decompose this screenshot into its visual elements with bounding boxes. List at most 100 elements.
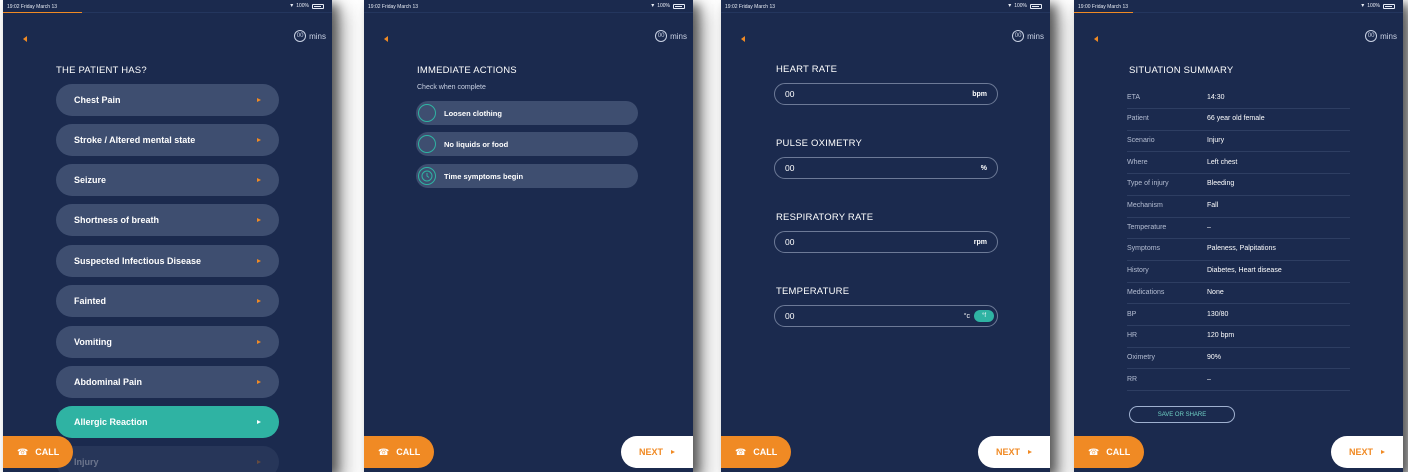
summary-value: 120 bpm: [1207, 332, 1235, 340]
screen-situation-summary: 19:00 Friday March 13 ▾ 100% 00 mins SIT…: [1074, 0, 1403, 472]
call-button[interactable]: ☎ CALL: [364, 436, 434, 468]
summary-row: BP 130/80: [1127, 303, 1350, 326]
option-label: Seizure: [74, 175, 107, 185]
call-button[interactable]: ☎ CALL: [721, 436, 791, 468]
page-title: SITUATION SUMMARY: [1129, 65, 1234, 76]
back-chevron-icon[interactable]: [23, 36, 27, 42]
option-chest-pain[interactable]: Chest Pain: [56, 84, 279, 116]
option-label: Fainted: [74, 296, 107, 306]
option-seizure[interactable]: Seizure: [56, 164, 279, 196]
call-label: CALL: [396, 447, 421, 457]
summary-value: Diabetes, Heart disease: [1207, 267, 1282, 275]
timer: 00 mins: [1365, 30, 1397, 42]
clock-icon[interactable]: [418, 167, 436, 185]
screen-immediate-actions: 19:02 Friday March 13 ▾ 100% 00 mins IMM…: [364, 0, 693, 472]
progress-bar: [1074, 12, 1403, 13]
option-shortness-of-breath[interactable]: Shortness of breath: [56, 204, 279, 236]
option-label: Stroke / Altered mental state: [74, 135, 196, 145]
wifi-icon: ▾: [651, 3, 655, 9]
action-loosen-clothing[interactable]: Loosen clothing: [416, 101, 638, 125]
chevron-right-icon: [257, 460, 261, 464]
summary-key: Oximetry: [1127, 353, 1155, 361]
timer-unit: mins: [670, 31, 687, 41]
option-abdominal-pain[interactable]: Abdominal Pain: [56, 366, 279, 398]
phone-icon: ☎: [378, 446, 390, 457]
option-allergic-reaction[interactable]: Allergic Reaction: [56, 406, 279, 438]
status-time: 19:02 Friday March 13: [725, 4, 776, 10]
summary-value: Fall: [1207, 202, 1219, 209]
heart-rate-value: 00: [785, 89, 795, 99]
save-or-share-button[interactable]: SAVE OR SHARE: [1129, 406, 1235, 423]
timer-unit: mins: [309, 31, 326, 41]
summary-key: Patient: [1127, 115, 1149, 123]
summary-row: Patient 66 year old female: [1127, 108, 1350, 131]
next-button[interactable]: NEXT: [978, 436, 1050, 468]
back-chevron-icon[interactable]: [384, 36, 388, 42]
chevron-right-icon: [1381, 450, 1385, 454]
summary-row: History Diabetes, Heart disease: [1127, 260, 1350, 283]
summary-row: Medications None: [1127, 281, 1350, 305]
page-title: THE PATIENT HAS?: [56, 65, 147, 76]
fahrenheit-option[interactable]: °f: [974, 310, 994, 322]
screen-vitals: 19:02 Friday March 13 ▾ 100% 00 mins HEA…: [721, 0, 1050, 472]
checkbox-icon[interactable]: [418, 135, 436, 153]
summary-key: Scenario: [1127, 136, 1155, 144]
pulse-oximetry-label: PULSE OXIMETRY: [776, 138, 863, 149]
battery-icon: [1030, 3, 1042, 9]
call-button[interactable]: ☎ CALL: [1074, 436, 1144, 468]
status-time: 19:02 Friday March 13: [368, 4, 419, 10]
summary-key: Where: [1127, 158, 1148, 166]
option-infectious-disease[interactable]: Suspected Infectious Disease: [56, 245, 279, 277]
chevron-right-icon: [257, 218, 261, 222]
battery-percent: 100%: [657, 3, 670, 9]
summary-value: 14:30: [1207, 93, 1225, 101]
timer-icon: 00: [655, 30, 668, 42]
option-label: Injury: [74, 457, 99, 467]
next-button[interactable]: NEXT: [1331, 436, 1403, 468]
chevron-right-icon: [257, 340, 261, 344]
summary-value: –: [1207, 223, 1211, 231]
temperature-value: 00: [785, 311, 795, 321]
summary-row: RR –: [1127, 368, 1350, 392]
option-vomiting[interactable]: Vomiting: [56, 326, 279, 358]
timer-icon: 00: [1365, 30, 1378, 42]
respiratory-rate-input[interactable]: 00 rpm: [774, 231, 998, 253]
phone-icon: ☎: [17, 446, 29, 457]
heart-rate-input[interactable]: 00 bpm: [774, 83, 998, 105]
call-button[interactable]: ☎ CALL: [3, 436, 73, 468]
call-label: CALL: [753, 447, 778, 457]
option-injury[interactable]: Injury: [56, 446, 279, 472]
summary-key: ETA: [1127, 93, 1141, 101]
pulse-oximetry-input[interactable]: 00 %: [774, 157, 998, 179]
status-time: 19:00 Friday March 13: [1078, 4, 1129, 10]
option-label: Vomiting: [74, 337, 112, 347]
option-stroke[interactable]: Stroke / Altered mental state: [56, 124, 279, 156]
temperature-input[interactable]: 00 °c °f: [774, 305, 998, 327]
call-label: CALL: [1106, 447, 1131, 457]
summary-row: Symptoms Paleness, Palpitations: [1127, 238, 1350, 261]
action-no-liquids[interactable]: No liquids or food: [416, 132, 638, 156]
summary-key: Symptoms: [1127, 245, 1161, 253]
back-chevron-icon[interactable]: [741, 36, 745, 42]
option-fainted[interactable]: Fainted: [56, 285, 279, 317]
summary-value: Left chest: [1207, 158, 1238, 166]
summary-value: 130/80: [1207, 310, 1229, 318]
summary-row: Oximetry 90%: [1127, 346, 1350, 370]
action-time-symptoms[interactable]: Time symptoms begin: [416, 164, 638, 188]
timer-icon: 00: [294, 30, 307, 42]
summary-value: None: [1207, 288, 1224, 296]
summary-row: Where Left chest: [1127, 151, 1350, 175]
temperature-unit-toggle[interactable]: °c °f: [964, 310, 994, 322]
checkbox-icon[interactable]: [418, 104, 436, 122]
summary-value: 66 year old female: [1207, 115, 1265, 123]
celsius-option[interactable]: °c: [964, 313, 970, 320]
next-label: NEXT: [995, 447, 1020, 457]
summary-key: Type of injury: [1127, 180, 1169, 188]
phone-icon: ☎: [735, 446, 747, 457]
next-button[interactable]: NEXT: [621, 436, 693, 468]
option-label: Shortness of breath: [74, 215, 160, 225]
battery-icon: [673, 3, 685, 9]
summary-value: Injury: [1207, 136, 1225, 144]
back-chevron-icon[interactable]: [1094, 36, 1098, 42]
chevron-right-icon: [257, 420, 261, 424]
